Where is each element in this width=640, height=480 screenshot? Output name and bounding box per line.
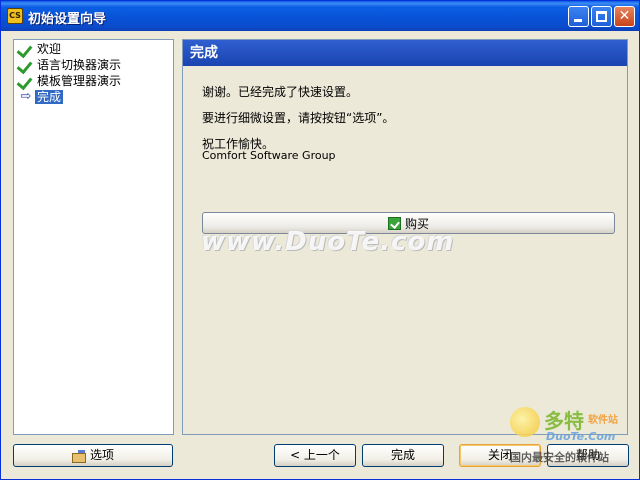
check-icon — [17, 73, 35, 88]
options-icon — [71, 449, 86, 463]
watermark: www.DuoTe.com — [201, 227, 455, 257]
check-icon — [17, 41, 35, 56]
app-icon: CS — [7, 8, 23, 24]
finish-button[interactable]: 完成 — [362, 444, 444, 467]
company-name: Comfort Software Group — [202, 149, 336, 162]
arrow-right-icon: ⇨ — [20, 89, 32, 104]
logo-url: DuoTe.Com — [546, 430, 616, 443]
step-item-language-switcher[interactable]: 语言切换器演示 — [17, 57, 123, 72]
logo-circle-icon — [510, 407, 540, 437]
step-label: 完成 — [35, 89, 64, 104]
step-label: 欢迎 — [37, 41, 62, 56]
back-button[interactable]: < 上一个 — [274, 444, 356, 467]
minimize-button[interactable] — [568, 6, 589, 27]
site-logo-watermark: 多特 软件站 DuoTe.Com 国内最安全的软件站 — [506, 399, 636, 469]
thank-you-text: 谢谢。已经完成了快速设置。 — [202, 85, 359, 99]
step-item-finish[interactable]: ⇨ 完成 — [17, 89, 64, 104]
logo-subtitle: 软件站 — [588, 415, 618, 426]
title-bar[interactable]: CS 初始设置向导 ✕ — [1, 1, 639, 31]
maximize-button[interactable] — [591, 6, 612, 27]
options-hint-text: 要进行细微设置，请按按钮“选项”。 — [202, 111, 395, 125]
step-item-welcome[interactable]: 欢迎 — [17, 41, 63, 56]
step-item-template-manager[interactable]: 模板管理器演示 — [17, 73, 123, 88]
window-title: 初始设置向导 — [28, 12, 107, 27]
close-window-button[interactable]: ✕ — [614, 6, 635, 27]
maximize-icon — [596, 11, 607, 22]
step-label: 语言切换器演示 — [37, 57, 122, 72]
options-button[interactable]: 选项 — [13, 444, 173, 467]
close-icon: ✕ — [618, 8, 631, 24]
logo-tagline: 国内最安全的软件站 — [510, 451, 609, 464]
setup-wizard-window: CS 初始设置向导 ✕ 欢迎 语言切换器演示 模板管理器演示 ⇨ 完成 完成 谢… — [0, 0, 640, 480]
wizard-steps-panel: 欢迎 语言切换器演示 模板管理器演示 ⇨ 完成 — [13, 39, 174, 435]
minimize-icon — [574, 19, 582, 22]
check-icon — [17, 57, 35, 72]
step-label: 模板管理器演示 — [37, 73, 122, 88]
page-title: 完成 — [183, 40, 627, 66]
options-label: 选项 — [89, 448, 114, 462]
